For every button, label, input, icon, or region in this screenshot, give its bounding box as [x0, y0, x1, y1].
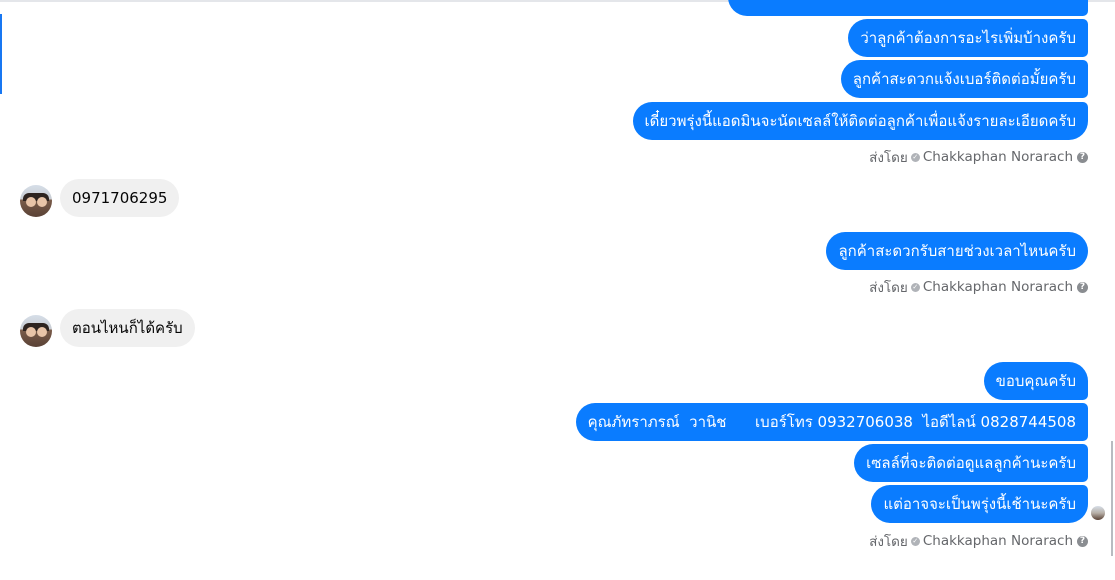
seen-avatar [1091, 506, 1105, 520]
sent-by-info: ส่งโดย ✓ Chakkaphan Norarach ? [869, 276, 1088, 298]
check-icon: ✓ [910, 536, 920, 546]
contact-avatar[interactable] [20, 315, 52, 347]
incoming-message[interactable]: 0971706295 [60, 179, 180, 217]
outgoing-message[interactable]: เซลล์ที่จะติดต่อดูแลลูกค้านะครับ [854, 444, 1088, 482]
outgoing-message[interactable]: คุณภัทราภรณ์ วานิช เบอร์โทร 0932706038 ไ… [575, 403, 1088, 441]
check-icon: ✓ [910, 282, 920, 292]
contact-avatar[interactable] [20, 185, 52, 217]
sender-name[interactable]: Chakkaphan Norarach [923, 149, 1073, 165]
outgoing-message[interactable]: ลูกค้าสะดวกแจ้งเบอร์ติดต่อมั้ยครับ [840, 60, 1088, 98]
sent-by-label: ส่งโดย [869, 280, 908, 296]
sent-by-label: ส่งโดย [869, 150, 908, 166]
sent-by-info: ส่งโดย ✓ Chakkaphan Norarach ? [869, 146, 1088, 168]
outgoing-message[interactable]: แต่อาจจะเป็นพรุ่งนี้เช้านะครับ [871, 485, 1088, 523]
outgoing-message[interactable]: ลูกค้าสะดวกรับสายช่วงเวลาไหนครับ [826, 232, 1088, 270]
sender-name[interactable]: Chakkaphan Norarach [923, 279, 1073, 295]
check-icon: ✓ [910, 152, 920, 162]
outgoing-message[interactable]: ขอบคุณครับ [983, 362, 1088, 400]
left-accent-bar [0, 14, 2, 94]
outgoing-message-partial[interactable] [728, 0, 1088, 16]
help-icon[interactable]: ? [1077, 281, 1088, 293]
scrollbar[interactable] [1111, 441, 1113, 556]
sent-by-info: ส่งโดย ✓ Chakkaphan Norarach ? [869, 530, 1088, 552]
help-icon[interactable]: ? [1077, 535, 1088, 547]
outgoing-message[interactable]: เดี๋ยวพรุ่งนี้แอดมินจะนัดเซลล์ให้ติดต่อล… [632, 102, 1088, 140]
help-icon[interactable]: ? [1077, 151, 1088, 163]
sender-name[interactable]: Chakkaphan Norarach [923, 533, 1073, 549]
outgoing-message[interactable]: ว่าลูกค้าต้องการอะไรเพิ่มบ้างครับ [848, 19, 1088, 57]
sent-by-label: ส่งโดย [869, 534, 908, 550]
incoming-message[interactable]: ตอนไหนก็ได้ครับ [60, 309, 195, 347]
